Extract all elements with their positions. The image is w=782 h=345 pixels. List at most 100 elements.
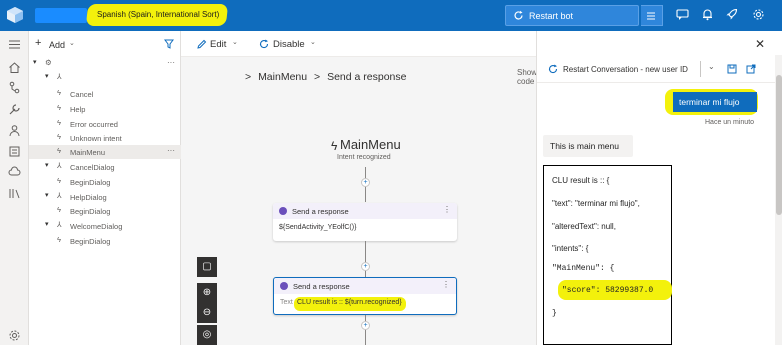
more-options-icon[interactable]: ⋮ — [442, 280, 450, 289]
web-chat-panel: ✕ Restart Conversation - new user ID ⌄ t… — [536, 31, 782, 345]
tree-item-label: BeginDialog — [70, 178, 111, 187]
show-code-toggle[interactable]: Show code — [517, 68, 536, 86]
chat-bubble-icon — [279, 207, 287, 215]
more-options-icon[interactable]: ··· — [167, 146, 175, 155]
canvas-toolbar: Edit ⌄ Disable ⌄ — [181, 31, 536, 57]
tree-root-dialog[interactable]: ▾ ⅄ — [29, 71, 181, 85]
hamburger-menu-icon[interactable] — [8, 38, 21, 51]
dialog-flow-icon: ⅄ — [57, 72, 62, 81]
tree-dialog[interactable]: ▾ ⅄ WelcomeDialog — [29, 219, 181, 233]
notifications-bell-icon[interactable] — [701, 8, 714, 21]
add-node-plus-icon[interactable]: + — [361, 262, 370, 271]
caret-down-icon[interactable]: ▾ — [45, 191, 49, 199]
tree-item-mainmenu[interactable]: ϟ MainMenu ··· — [29, 145, 181, 159]
bot-actions-menu-button[interactable] — [641, 5, 663, 26]
edit-pencil-icon[interactable] — [197, 39, 207, 49]
fit-to-screen-icon[interactable]: ◎ — [197, 325, 217, 345]
clu-line: "alteredText": null, — [552, 222, 616, 231]
save-transcript-icon[interactable] — [727, 64, 737, 74]
scrollbar-thumb[interactable] — [776, 75, 782, 215]
zoom-out-icon[interactable]: ⊖ — [197, 303, 217, 323]
caret-down-icon[interactable]: ▾ — [45, 220, 49, 228]
design-flow-icon[interactable] — [8, 81, 21, 94]
home-icon[interactable] — [8, 61, 21, 74]
chevron-down-icon[interactable]: ⌄ — [310, 38, 316, 46]
message-timestamp: Hace un minuto — [705, 119, 755, 126]
tree-item[interactable]: ϟ Unknown intent — [29, 131, 181, 145]
node-title: Send a response — [292, 207, 349, 216]
chevron-down-icon[interactable]: ⌄ — [232, 38, 238, 46]
tree-item-label: Cancel — [70, 90, 94, 99]
settings-icon[interactable] — [8, 329, 21, 342]
restart-conversation-button[interactable]: Restart Conversation - new user ID — [563, 65, 688, 74]
caret-down-icon[interactable]: ▾ — [45, 72, 49, 80]
tree-item[interactable]: ϟ BeginDialog — [29, 234, 181, 248]
tree-item[interactable]: ϟ BeginDialog — [29, 204, 181, 218]
chat-icon[interactable] — [676, 8, 689, 21]
tree-item[interactable]: ϟ Error occurred — [29, 117, 181, 131]
dialog-flow-icon: ⅄ — [57, 220, 62, 229]
toggle-minimap-icon[interactable]: ▢ — [197, 257, 217, 277]
caret-down-icon[interactable]: ▾ — [33, 58, 37, 66]
tree-item-label: WelcomeDialog — [70, 222, 123, 231]
settings-gear-icon[interactable] — [752, 8, 765, 21]
tree-item[interactable]: ϟ Cancel — [29, 87, 181, 101]
restart-bot-label: Restart bot — [529, 11, 574, 21]
tree-item[interactable]: ϟ Help — [29, 102, 181, 116]
trigger-bolt-icon: ϟ — [57, 103, 61, 112]
tree-item-label: CancelDialog — [70, 163, 115, 172]
trigger-bolt-icon: ϟ — [57, 88, 61, 97]
caret-down-icon[interactable]: ▾ — [45, 161, 49, 169]
restart-conversation-icon[interactable] — [548, 64, 558, 74]
chat-toolbar: Restart Conversation - new user ID ⌄ — [537, 55, 775, 83]
edit-button[interactable]: Edit — [210, 39, 226, 50]
disable-refresh-icon[interactable] — [259, 39, 269, 49]
trigger-bolt-icon: ϟ — [57, 235, 61, 244]
tree-dialog[interactable]: ▾ ⅄ HelpDialog — [29, 190, 181, 204]
user-message-bubble: terminar mi flujo — [673, 92, 757, 112]
publish-cloud-icon[interactable] — [8, 165, 21, 178]
send-response-node-selected[interactable]: Send a response ⋮ Text CLU result is :: … — [273, 277, 457, 315]
tree-item[interactable]: ϟ BeginDialog — [29, 175, 181, 189]
zoom-in-icon[interactable]: ⊕ — [197, 283, 217, 303]
chevron-down-icon[interactable]: ⌄ — [708, 62, 715, 71]
open-external-icon[interactable] — [746, 64, 756, 74]
dialog-tree-panel: + Add ⌄ ▾ ⚙ ··· ▾ ⅄ ϟ Cancel ϟ Help ϟ Er… — [29, 31, 181, 345]
user-input-icon[interactable] — [8, 124, 21, 137]
send-response-node[interactable]: Send a response ⋮ ${SendActivity_YEolfC(… — [273, 203, 457, 241]
trigger-bolt-icon: ϟ — [57, 146, 61, 155]
more-options-icon[interactable]: ··· — [167, 58, 175, 67]
add-node-plus-icon[interactable]: + — [361, 178, 370, 187]
chat-scrollbar[interactable] — [775, 55, 782, 345]
disable-button[interactable]: Disable — [273, 39, 305, 50]
add-button[interactable]: Add — [49, 40, 65, 50]
tree-item-label: BeginDialog — [70, 207, 111, 216]
breadcrumb: > MainMenu > Send a response — [245, 71, 406, 83]
close-icon[interactable]: ✕ — [755, 37, 765, 51]
add-plus-icon[interactable]: + — [35, 37, 41, 49]
divider — [700, 61, 701, 77]
add-node-plus-icon[interactable]: + — [361, 321, 370, 330]
knowledge-base-icon[interactable] — [8, 145, 21, 158]
flow-canvas[interactable]: > MainMenu > Send a response Show code ϟ… — [181, 57, 536, 345]
clu-result-message: CLU result is :: { "text": "terminar mi … — [543, 165, 672, 345]
node-body: ${SendActivity_YEolfC()} — [279, 224, 357, 231]
filter-icon[interactable] — [164, 39, 174, 49]
breadcrumb-send-response[interactable]: Send a response — [327, 71, 406, 83]
trigger-subtitle: Intent recognized — [337, 154, 391, 161]
tree-dialog[interactable]: ▾ ⅄ CancelDialog — [29, 160, 181, 174]
breadcrumb-mainmenu[interactable]: MainMenu — [258, 71, 307, 83]
bot-responses-wrench-icon[interactable] — [8, 103, 21, 116]
tree-item-label: BeginDialog — [70, 237, 111, 246]
package-library-icon[interactable] — [8, 187, 21, 200]
tree-root-bot[interactable]: ▾ ⚙ ··· — [29, 57, 181, 71]
navigation-rail — [0, 31, 29, 345]
locale-selector[interactable]: Spanish (Spain, International Sort) — [97, 10, 219, 19]
more-options-icon[interactable]: ⋮ — [443, 205, 451, 214]
restart-bot-button[interactable]: Restart bot — [505, 5, 639, 26]
tree-item-label: HelpDialog — [70, 193, 107, 202]
publish-rocket-icon[interactable] — [725, 8, 738, 21]
chevron-down-icon[interactable]: ⌄ — [69, 39, 75, 47]
composer-logo-icon — [7, 7, 23, 23]
bot-message-bubble: This is main menu — [543, 135, 633, 157]
